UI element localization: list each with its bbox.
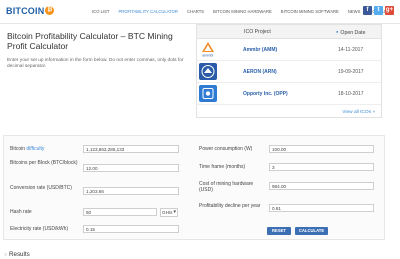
view-all-icos-link[interactable]: View all ICOs »	[342, 110, 375, 115]
site-logo[interactable]: BITCOIN ₿	[6, 6, 55, 16]
site-logo-text: BITCOIN	[6, 6, 45, 16]
page-title: Bitcoin Profitability Calculator – BTC M…	[7, 31, 173, 51]
nav-item-mining-software[interactable]: BITCOIN MINING SOFTWARE	[281, 9, 339, 14]
power-row: Power consumption (W)	[199, 146, 269, 152]
twitter-icon[interactable]: t	[374, 6, 383, 15]
hash-rate-label: Hash rate	[10, 209, 32, 215]
hash-rate-row: Hash rate	[10, 209, 80, 215]
bitcoin-logo-icon: ₿	[45, 6, 55, 15]
ammbr-logo-icon: ammbr	[199, 41, 217, 58]
nav-item-charts[interactable]: CHARTS	[187, 9, 204, 14]
time-frame-input[interactable]	[269, 163, 374, 171]
decline-input[interactable]	[269, 204, 374, 212]
electricity-label: Electricity rate (USD/kWh)	[10, 226, 69, 232]
nav-item-ico-list[interactable]: ICO LIST	[92, 9, 109, 14]
hash-rate-input[interactable]	[83, 208, 157, 216]
ico-date: 19-09-2017	[338, 69, 364, 75]
ico-col-date: Open Date	[336, 29, 365, 36]
social-links: f t g+	[363, 6, 394, 15]
main-nav: ICO LIST PROFITABILITY CALCULATOR CHARTS…	[92, 9, 398, 14]
hardware-cost-row: Cost of mining hardware (USD)	[199, 181, 265, 193]
hardware-cost-label: Cost of mining hardware (USD)	[199, 181, 254, 193]
power-input[interactable]	[269, 145, 374, 153]
aeron-logo-icon	[199, 63, 217, 80]
ico-table-header: ICO Project Open Date	[197, 25, 381, 39]
difficulty-link[interactable]: difficulty	[26, 146, 44, 152]
btc-per-block-input[interactable]	[83, 164, 179, 172]
ammbr-logo-caption: ammbr	[202, 54, 214, 58]
hardware-cost-input[interactable]	[269, 182, 374, 190]
btc-per-block-row: Bitcoins per Block (BTC/block)	[10, 160, 80, 166]
ico-row[interactable]: AERON (ARN) 19-09-2017	[197, 61, 381, 83]
ico-name[interactable]: Opporty Inc. (OPP)	[243, 91, 288, 97]
hash-rate-unit-select[interactable]: GH/s	[160, 207, 178, 217]
ico-date: 14-11-2017	[338, 47, 364, 53]
top-navbar: BITCOIN ₿ ICO LIST PROFITABILITY CALCULAT…	[0, 0, 400, 24]
calculate-button[interactable]: CALCULATE	[295, 227, 328, 235]
nav-item-profitability-calculator[interactable]: PROFITABILITY CALCULATOR	[118, 9, 178, 14]
decline-label: Profitability decline per year	[199, 203, 261, 209]
difficulty-row: Bitcoin difficulty	[10, 146, 80, 152]
decline-row: Profitability decline per year	[199, 203, 265, 209]
time-frame-row: Time frame (months)	[199, 164, 269, 170]
btc-per-block-label: Bitcoins per Block (BTC/block)	[10, 160, 78, 166]
time-frame-label: Time frame (months)	[199, 164, 246, 170]
conversion-row: Conversion rate (USD/BTC)	[10, 185, 80, 191]
facebook-icon[interactable]: f	[363, 6, 372, 15]
ico-col-project: ICO Project	[244, 29, 271, 35]
power-label: Power consumption (W)	[199, 146, 253, 152]
electricity-row: Electricity rate (USD/kWh)	[10, 226, 84, 232]
ico-date: 18-10-2017	[338, 91, 364, 97]
ico-row[interactable]: ammbr Ammbr (AMM) 14-11-2017	[197, 39, 381, 61]
ico-row[interactable]: Opporty Inc. (OPP) 18-10-2017	[197, 83, 381, 105]
intro-text: Enter your set up information in the for…	[7, 58, 184, 70]
difficulty-input[interactable]	[83, 145, 179, 153]
calculator-form: Bitcoin difficulty Bitcoins per Block (B…	[3, 135, 385, 240]
conversion-input[interactable]	[83, 187, 179, 195]
difficulty-label: Bitcoin difficulty	[10, 146, 45, 152]
reset-button[interactable]: RESET	[267, 227, 291, 235]
nav-item-mining-hardware[interactable]: BITCOIN MINING HARDWARE	[213, 9, 272, 14]
ico-name[interactable]: Ammbr (AMM)	[243, 47, 277, 53]
electricity-input[interactable]	[83, 225, 179, 233]
conversion-label: Conversion rate (USD/BTC)	[10, 185, 72, 191]
google-plus-icon[interactable]: g+	[385, 6, 394, 15]
hash-rate-unit-value: GH/s	[162, 209, 173, 215]
nav-item-news[interactable]: NEWS	[348, 9, 361, 14]
ico-name[interactable]: AERON (ARN)	[243, 69, 277, 75]
results-heading: Results	[4, 251, 30, 258]
ico-table: ICO Project Open Date ammbr Ammbr (AMM) …	[196, 24, 382, 118]
opporty-logo-icon	[199, 85, 217, 102]
